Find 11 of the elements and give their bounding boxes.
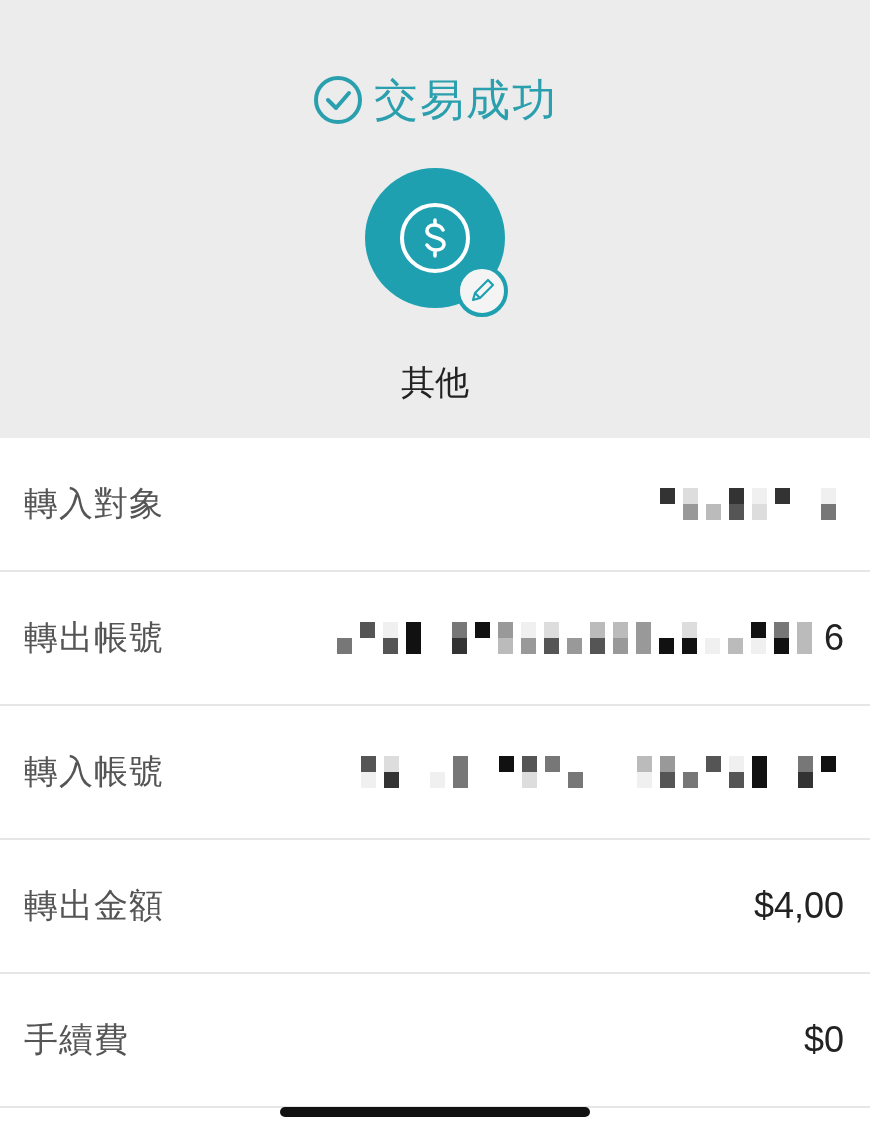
field-label: 轉入對象 bbox=[24, 483, 164, 524]
status-title: 交易成功 bbox=[374, 74, 558, 126]
field-label: 手續費 bbox=[24, 1019, 129, 1060]
field-label: 轉出帳號 bbox=[24, 617, 164, 658]
check-circle-icon bbox=[312, 74, 364, 126]
field-label: 轉入帳號 bbox=[24, 751, 164, 792]
field-value: $4,00 bbox=[753, 885, 844, 927]
category-label: 其他 bbox=[401, 362, 469, 403]
field-value: $0 bbox=[803, 1019, 844, 1061]
field-label: 轉出金額 bbox=[24, 885, 164, 926]
field-value: 6 bbox=[823, 617, 844, 659]
